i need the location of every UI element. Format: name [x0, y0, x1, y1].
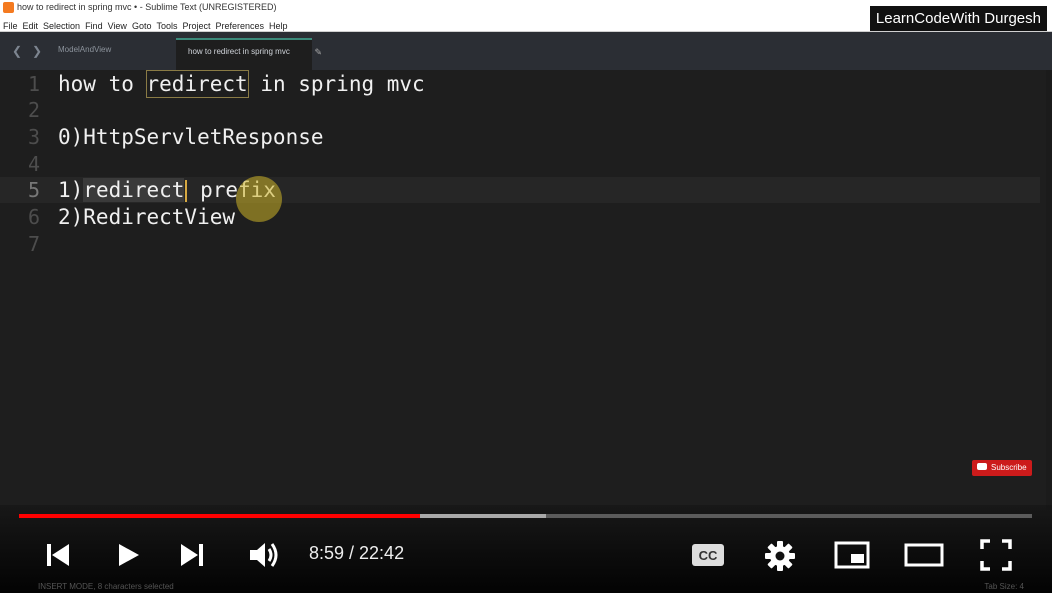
- next-icon[interactable]: [178, 541, 206, 569]
- tab-redirect-spring-mvc[interactable]: how to redirect in spring mvc ✎: [176, 38, 322, 70]
- menu-selection[interactable]: Selection: [40, 19, 82, 32]
- selected-text: redirect: [83, 178, 185, 202]
- status-left: INSERT MODE, 8 characters selected: [38, 582, 174, 591]
- pencil-icon: ✎: [314, 47, 322, 57]
- menu-help[interactable]: Help: [266, 19, 290, 32]
- menu-preferences[interactable]: Preferences: [212, 19, 266, 32]
- window-title: how to redirect in spring mvc • - Sublim…: [17, 2, 277, 12]
- editor-line: 6 2)RedirectView: [0, 204, 1040, 230]
- menu-edit[interactable]: Edit: [20, 19, 41, 32]
- tab-label: how to redirect in spring mvc: [188, 47, 290, 56]
- subscribe-label: Subscribe: [991, 463, 1027, 472]
- closed-captions-icon[interactable]: CC: [690, 541, 726, 569]
- menu-tools[interactable]: Tools: [153, 19, 179, 32]
- line-number: 5: [27, 178, 40, 202]
- time-display: 8:59 / 22:42: [309, 543, 405, 563]
- line-number: 7: [27, 232, 40, 256]
- mouse-cursor-highlight: [236, 176, 282, 222]
- play-icon[interactable]: [114, 541, 142, 569]
- line-number: 2: [27, 98, 40, 122]
- volume-icon[interactable]: [248, 540, 280, 570]
- editor-line: 3 0)HttpServletResponse: [0, 124, 1040, 150]
- line-text: 0)HttpServletResponse: [58, 125, 324, 149]
- progress-bar[interactable]: [19, 514, 1032, 518]
- line-number: 6: [27, 205, 40, 229]
- status-right: Tab Size: 4: [984, 582, 1024, 591]
- sublime-app-icon: [3, 2, 14, 13]
- search-highlight: redirect: [145, 70, 249, 98]
- line-text: 2)RedirectView: [58, 205, 236, 229]
- channel-brand-label: LearnCodeWith Durgesh: [869, 6, 1047, 31]
- menu-find[interactable]: Find: [82, 19, 105, 32]
- line-text: how to redirect in spring mvc: [58, 70, 425, 98]
- line-number: 4: [27, 152, 40, 176]
- editor-line: 4: [0, 151, 1040, 177]
- chevron-right-icon[interactable]: ❯: [32, 44, 42, 58]
- line-number: 3: [27, 125, 40, 149]
- code-editor[interactable]: 1 how to redirect in spring mvc 2 3 0)Ht…: [0, 70, 1052, 510]
- tab-bar: ❮ ❯ ModelAndView ✎ how to redirect in sp…: [0, 32, 1052, 70]
- editor-scrollbar[interactable]: [1046, 70, 1052, 510]
- theater-mode-icon[interactable]: [904, 543, 944, 567]
- editor-line-current: 5 1)redirect prefix: [0, 177, 1040, 203]
- svg-text:CC: CC: [699, 548, 718, 563]
- menu-file[interactable]: File: [0, 19, 20, 32]
- menu-goto[interactable]: Goto: [129, 19, 154, 32]
- editor-line: 1 how to redirect in spring mvc: [0, 70, 1040, 98]
- tab-modelandview[interactable]: ModelAndView ✎: [46, 38, 196, 68]
- chevron-left-icon[interactable]: ❮: [12, 44, 22, 58]
- editor-line: 7: [0, 231, 1040, 257]
- gear-icon[interactable]: [764, 540, 796, 572]
- miniplayer-icon[interactable]: [834, 541, 870, 569]
- youtube-icon: [977, 463, 987, 471]
- fullscreen-icon[interactable]: [980, 539, 1012, 571]
- status-bar: INSERT MODE, 8 characters selected Tab S…: [0, 578, 1052, 593]
- menu-view[interactable]: View: [105, 19, 129, 32]
- editor-line: 2: [0, 97, 1040, 123]
- previous-icon[interactable]: [44, 541, 72, 569]
- progress-played: [19, 514, 421, 518]
- tab-label: ModelAndView: [58, 45, 112, 54]
- menu-project[interactable]: Project: [179, 19, 212, 32]
- line-number: 1: [27, 72, 40, 96]
- subscribe-button[interactable]: Subscribe: [972, 460, 1032, 476]
